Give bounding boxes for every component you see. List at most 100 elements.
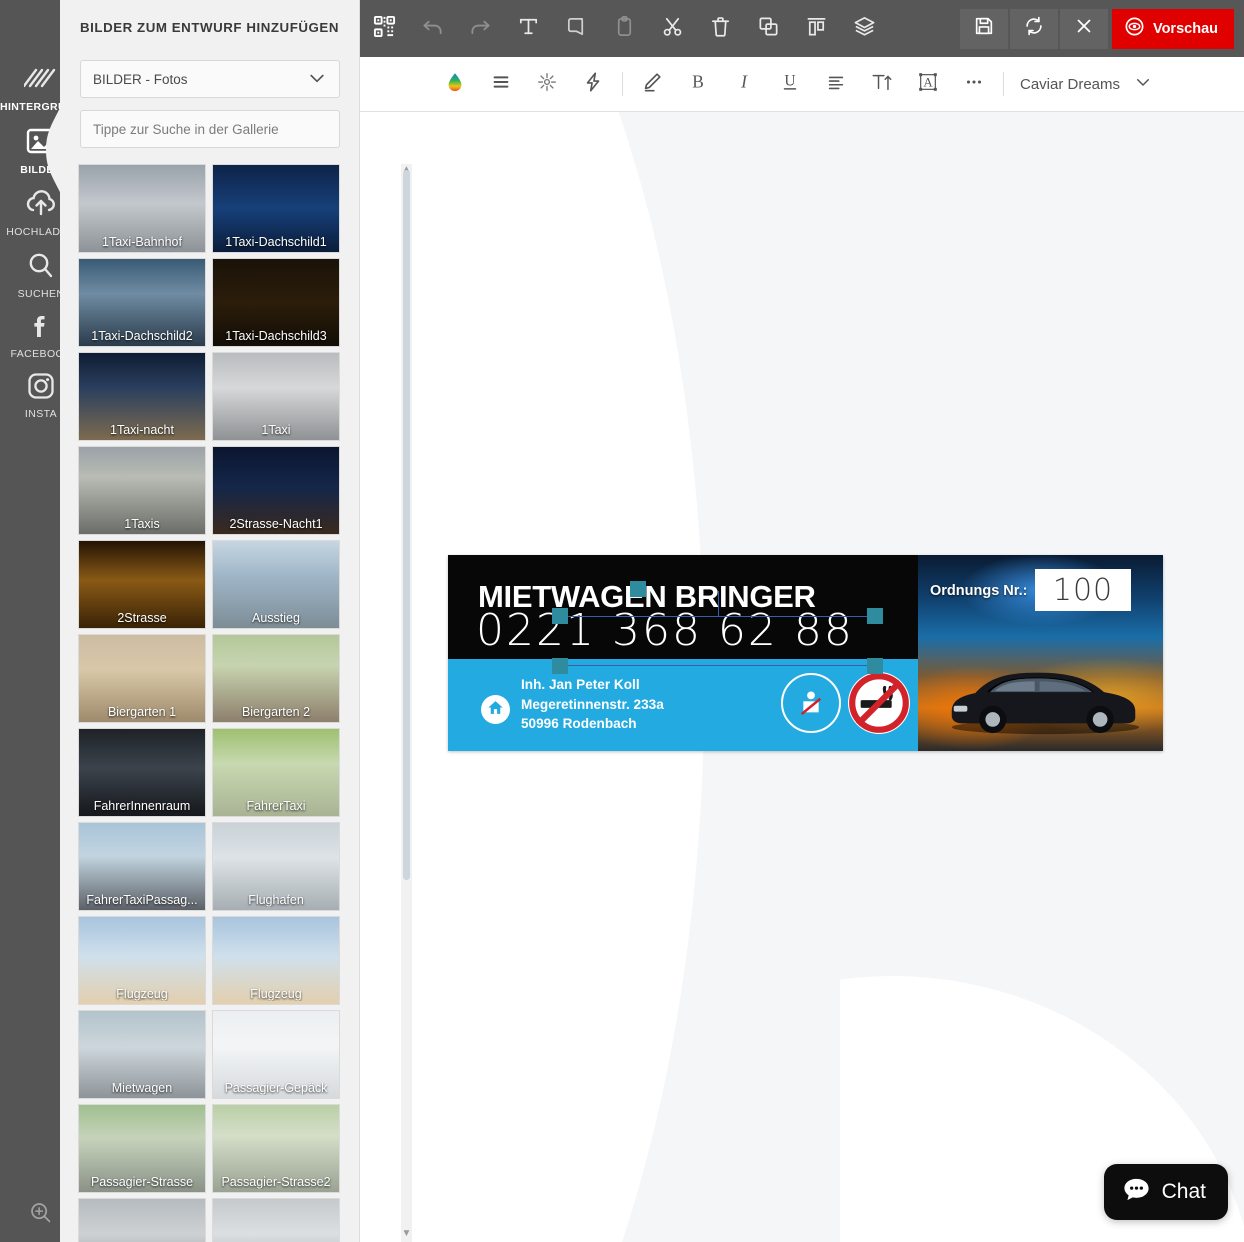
qr-code-icon [373, 15, 396, 43]
gallery-thumbnail-label: 1Taxi-Dachschild1 [225, 235, 327, 249]
gallery-thumbnail[interactable]: FahrerInnenraum [78, 728, 206, 817]
selection-rotate-line [718, 591, 720, 617]
gallery-thumbnail-label: Passagier-Gepäck [224, 1081, 328, 1095]
gallery-thumbnail-label: 1Taxi-Bahnhof [102, 235, 182, 249]
selection-handle-top-right[interactable] [867, 608, 883, 624]
copy-button[interactable] [552, 0, 600, 57]
preview-button-label: Vorschau [1152, 20, 1218, 37]
gallery-thumbnail[interactable]: 1Taxi-Bahnhof [78, 164, 206, 253]
order-number-box[interactable]: 100 [1035, 569, 1131, 611]
gallery-thumbnail[interactable]: Biergarten 2 [212, 634, 340, 723]
gallery-thumbnail[interactable]: Passagier-Strasse [78, 1104, 206, 1193]
format-toolbar: B I U A Caviar Dreams [360, 57, 1244, 112]
qr-code-button[interactable] [360, 0, 408, 57]
business-card-design[interactable]: MIETWAGEN BRINGER 0221 368 62 88 Inh. Ja… [448, 555, 1163, 751]
gallery-thumbnail[interactable]: Mietwagen [78, 1010, 206, 1099]
color-picker-button[interactable] [432, 57, 478, 112]
main-toolbar-right-group: Vorschau [958, 8, 1244, 49]
duplicate-icon [757, 15, 780, 43]
order-number-label: Ordnungs Nr.: [930, 583, 1028, 599]
gallery-thumbnail[interactable] [78, 1198, 206, 1242]
chat-widget-label: Chat [1161, 1180, 1206, 1203]
italic-button[interactable]: I [721, 57, 767, 112]
align-button[interactable] [792, 0, 840, 57]
rain-cars-thumb-image [79, 1199, 205, 1242]
category-select[interactable]: BILDER - Fotos [80, 60, 340, 98]
gallery-thumbnail-label: Biergarten 1 [107, 705, 177, 719]
cut-button[interactable] [648, 0, 696, 57]
gallery-thumbnail[interactable]: FahrerTaxi [212, 728, 340, 817]
gallery-thumbnail[interactable]: 1Taxi-Dachschild2 [78, 258, 206, 347]
save-button[interactable] [959, 8, 1008, 49]
gallery-thumbnail[interactable]: Flugzeug [212, 916, 340, 1005]
gallery-thumbnail[interactable]: 2Strasse [78, 540, 206, 629]
scroll-down-arrow-icon[interactable]: ▼ [401, 1228, 412, 1240]
card-address-block[interactable]: Inh. Jan Peter Koll Megeretinnenstr. 233… [521, 675, 664, 734]
duplicate-button[interactable] [744, 0, 792, 57]
brightness-button[interactable] [524, 57, 570, 112]
text-t-icon [517, 15, 540, 43]
gallery-scrollbar-thumb[interactable] [403, 170, 410, 880]
refresh-button[interactable] [1009, 8, 1058, 49]
gallery-thumbnail[interactable]: 1Taxis [78, 446, 206, 535]
home-icon [486, 698, 505, 722]
svg-text:I: I [740, 71, 748, 91]
rain-umbrellas-thumb-image [213, 1199, 339, 1242]
selection-handle-top-left[interactable] [552, 608, 568, 624]
gallery-thumbnail[interactable]: 1Taxi-Dachschild1 [212, 164, 340, 253]
preview-button[interactable]: Vorschau [1111, 8, 1234, 49]
zoom-in-icon [27, 1199, 55, 1232]
gallery-thumbnail[interactable]: Ausstieg [212, 540, 340, 629]
redo-button[interactable] [456, 0, 504, 57]
gallery-search-input[interactable] [80, 110, 340, 148]
gallery-thumbnail[interactable]: 1Taxi [212, 352, 340, 441]
card-city-line: 50996 Rodenbach [521, 716, 637, 732]
search-icon [24, 249, 58, 283]
align-top-icon [805, 15, 828, 43]
selection-handle-rotate[interactable] [630, 581, 646, 597]
delete-button[interactable] [696, 0, 744, 57]
gallery-thumbnail[interactable]: Passagier-Strasse2 [212, 1104, 340, 1193]
underline-button[interactable]: U [767, 57, 813, 112]
image-gallery[interactable]: 1Taxi-Bahnhof 1Taxi-Dachschild1 1Taxi-Dach… [78, 164, 403, 1242]
gallery-thumbnail[interactable]: 1Taxi-Dachschild3 [212, 258, 340, 347]
gallery-thumbnail[interactable]: Flughafen [212, 822, 340, 911]
svg-text:U: U [784, 72, 795, 89]
selection-handle-bottom-left[interactable] [552, 658, 568, 674]
gallery-thumbnail[interactable]: 1Taxi-nacht [78, 352, 206, 441]
font-family-select[interactable]: Caviar Dreams [1020, 73, 1152, 95]
gallery-thumbnail-label: 2Strasse [117, 611, 167, 625]
layers-button[interactable] [840, 0, 888, 57]
bold-button[interactable]: B [675, 57, 721, 112]
close-button[interactable] [1059, 8, 1108, 49]
more-options-button[interactable] [951, 57, 997, 112]
line-spacing-button[interactable] [478, 57, 524, 112]
gallery-thumbnail-label: FahrerTaxiPassag... [86, 893, 198, 907]
gallery-thumbnail-label: Mietwagen [111, 1081, 173, 1095]
chat-widget-button[interactable]: Chat [1103, 1164, 1228, 1220]
gallery-thumbnail[interactable] [212, 1198, 340, 1242]
effects-button[interactable] [570, 57, 616, 112]
gallery-thumbnail[interactable]: 2Strasse-Nacht1 [212, 446, 340, 535]
paste-button[interactable] [600, 0, 648, 57]
highlight-button[interactable] [629, 57, 675, 112]
gallery-thumbnail[interactable]: Passagier-Gepäck [212, 1010, 340, 1099]
layers-icon [853, 15, 876, 43]
color-drop-icon [444, 71, 466, 98]
undo-button[interactable] [408, 0, 456, 57]
text-align-button[interactable] [813, 57, 859, 112]
gallery-thumbnail[interactable]: Biergarten 1 [78, 634, 206, 723]
selection-handle-bottom-right[interactable] [867, 658, 883, 674]
text-frame-button[interactable]: A [905, 57, 951, 112]
gallery-thumbnail-label: Flugzeug [116, 987, 168, 1001]
sidebar-item-label: INSTA [24, 408, 58, 420]
gallery-thumbnail[interactable]: FahrerTaxiPassag... [78, 822, 206, 911]
add-text-button[interactable] [504, 0, 552, 57]
gallery-thumbnail[interactable]: Flugzeug [78, 916, 206, 1005]
text-size-button[interactable] [859, 57, 905, 112]
gallery-thumbnail-label: 1Taxi [261, 423, 291, 437]
design-canvas[interactable]: MIETWAGEN BRINGER 0221 368 62 88 Inh. Ja… [360, 112, 1244, 1242]
no-smoking-icon [848, 672, 910, 734]
upload-cloud-icon [24, 187, 58, 221]
close-x-icon [1073, 15, 1095, 42]
